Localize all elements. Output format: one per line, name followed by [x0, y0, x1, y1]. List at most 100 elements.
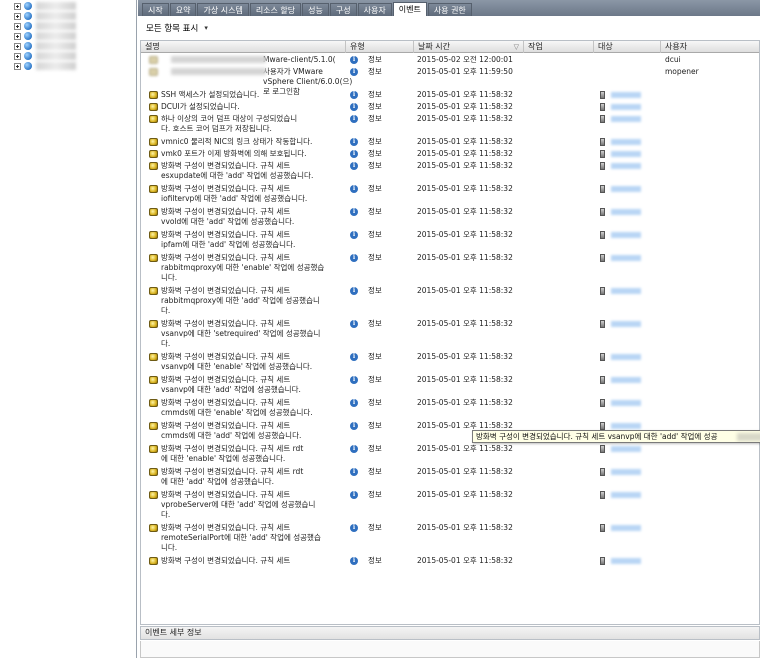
redacted-target[interactable]	[611, 139, 641, 145]
event-icon	[149, 524, 158, 532]
tree-node[interactable]	[14, 41, 76, 51]
tab-3[interactable]: 리소스 할당	[249, 3, 302, 16]
column-header-task[interactable]: 작업	[524, 41, 594, 53]
plus-box-icon[interactable]	[14, 12, 21, 20]
info-icon: i	[350, 353, 358, 361]
table-row[interactable]: 하나 이상의 코어 덤프 대상이 구성되었습니 다. 호스트 코어 덤프가 저장…	[141, 114, 759, 137]
redacted-target[interactable]	[611, 186, 641, 192]
info-icon: i	[350, 491, 358, 499]
redacted-target[interactable]	[611, 558, 641, 564]
redacted-target[interactable]	[611, 116, 641, 122]
redacted-target[interactable]	[611, 288, 641, 294]
event-type: 정보	[368, 253, 382, 262]
events-grid[interactable]: 설명 유형 날짜 시간 ▽ 작업 대상 사용자 Mware-client/5.1…	[140, 40, 760, 625]
tree-node[interactable]	[14, 31, 76, 41]
chevron-down-icon[interactable]: ▾	[204, 24, 208, 32]
event-description: 방화벽 구성이 변경되었습니다. 규칙 세트 rdt 에 대한 'enable'…	[161, 444, 304, 463]
redacted-target[interactable]	[611, 354, 641, 360]
column-header-description[interactable]: 설명	[141, 41, 346, 53]
tab-4[interactable]: 성능	[302, 3, 329, 16]
event-type: 정보	[368, 375, 382, 384]
table-row[interactable]: SSH 액세스가 설정되었습니다. i 정보 2015-05-01 오후 11:58:…	[141, 90, 759, 102]
tree-node[interactable]	[14, 51, 76, 61]
filter-dropdown-label[interactable]: 모든 항목 표시	[146, 22, 198, 34]
table-row[interactable]: 방화벽 구성이 변경되었습니다. 규칙 세트 vsanvp에 대한 'enabl…	[141, 352, 759, 375]
redacted-target[interactable]	[611, 400, 641, 406]
table-row[interactable]: 방화벽 구성이 변경되었습니다. 규칙 세트 cmmds에 대한 'enable…	[141, 398, 759, 421]
column-header-target[interactable]: 대상	[594, 41, 661, 53]
plus-box-icon[interactable]	[14, 2, 21, 10]
redacted-target[interactable]	[611, 255, 641, 261]
table-row[interactable]: 방화벽 구성이 변경되었습니다. 규칙 세트 rabbitmqproxy에 대한…	[141, 286, 759, 319]
redacted-target[interactable]	[611, 525, 641, 531]
redacted-target[interactable]	[611, 151, 641, 157]
table-row[interactable]: 방화벽 구성이 변경되었습니다. 규칙 세트 rdt 에 대한 'enable'…	[141, 444, 759, 467]
event-type: 정보	[368, 421, 382, 430]
event-user: mopener	[665, 67, 699, 76]
tab-0[interactable]: 시작	[142, 3, 169, 16]
host-icon	[600, 162, 605, 170]
table-row[interactable]: Mware-client/5.1.0(i 정보 2015-05-02 오전 12:0…	[141, 55, 759, 67]
table-row[interactable]: 방화벽 구성이 변경되었습니다. 규칙 세트 rdt 에 대한 'add' 작업…	[141, 467, 759, 490]
event-description: Mware-client/5.1.0(	[263, 55, 336, 64]
tab-7[interactable]: 이벤트	[392, 2, 427, 16]
plus-box-icon[interactable]	[14, 22, 21, 30]
redacted-target[interactable]	[611, 104, 641, 110]
plus-box-icon[interactable]	[14, 42, 21, 50]
tree-node[interactable]	[14, 1, 76, 11]
table-row[interactable]: 방화벽 구성이 변경되었습니다. 규칙 세트 i 정보 2015-05-01 오후 1…	[141, 556, 759, 568]
redacted-target[interactable]	[611, 423, 641, 429]
table-row[interactable]: 방화벽 구성이 변경되었습니다. 규칙 세트 vprobeServer에 대한 …	[141, 490, 759, 523]
tree-node[interactable]	[14, 21, 76, 31]
host-icon	[600, 399, 605, 407]
host-icon	[600, 208, 605, 216]
table-row[interactable]: vmk0 포트가 이제 방화벽에 의해 보호됩니다. i 정보 2015-05-01 …	[141, 149, 759, 161]
table-row[interactable]: 방화벽 구성이 변경되었습니다. 규칙 세트 vsanvp에 대한 'setre…	[141, 319, 759, 352]
table-row[interactable]: 방화벽 구성이 변경되었습니다. 규칙 세트 rabbitmqproxy에 대한…	[141, 253, 759, 286]
column-header-type[interactable]: 유형	[346, 41, 414, 53]
table-row[interactable]: DCUI가 설정되었습니다. i 정보 2015-05-01 오후 11:58:32	[141, 102, 759, 114]
globe-icon	[24, 12, 32, 20]
event-datetime: 2015-05-01 오후 11:58:32	[417, 161, 513, 170]
event-icon	[149, 208, 158, 216]
host-icon	[600, 91, 605, 99]
tab-5[interactable]: 구성	[329, 3, 357, 16]
redacted-target[interactable]	[611, 232, 641, 238]
table-row[interactable]: 방화벽 구성이 변경되었습니다. 규칙 세트 esxupdate에 대한 'ad…	[141, 161, 759, 184]
table-row[interactable]: 방화벽 구성이 변경되었습니다. 규칙 세트 ipfam에 대한 'add' 작…	[141, 230, 759, 253]
redacted-target[interactable]	[611, 209, 641, 215]
table-row[interactable]: 방화벽 구성이 변경되었습니다. 규칙 세트 vsanvp에 대한 'add' …	[141, 375, 759, 398]
redacted-target[interactable]	[611, 321, 641, 327]
tree-node[interactable]	[14, 11, 76, 21]
tab-6[interactable]: 사용자	[357, 3, 392, 16]
event-user: dcui	[665, 55, 681, 64]
tab-8[interactable]: 사용 권한	[427, 3, 472, 16]
table-row[interactable]: 방화벽 구성이 변경되었습니다. 규칙 세트 iofiltervp에 대한 'a…	[141, 184, 759, 207]
event-icon	[149, 115, 158, 123]
inventory-tree[interactable]	[0, 0, 137, 658]
plus-box-icon[interactable]	[14, 32, 21, 40]
redacted-target[interactable]	[611, 446, 641, 452]
event-details-panel[interactable]: 이벤트 세부 정보	[140, 626, 760, 640]
info-icon: i	[350, 150, 358, 158]
host-icon	[600, 353, 605, 361]
redacted-target[interactable]	[611, 492, 641, 498]
table-row[interactable]: 방화벽 구성이 변경되었습니다. 규칙 세트 remoteSerialPort에…	[141, 523, 759, 556]
table-row[interactable]: vmnic0 물리적 NIC의 링크 상태가 작동합니다. i 정보 2015-05-…	[141, 137, 759, 149]
column-header-datetime[interactable]: 날짜 시간 ▽	[414, 41, 524, 53]
tab-1[interactable]: 요약	[169, 3, 197, 16]
column-header-user[interactable]: 사용자	[661, 41, 759, 53]
redacted-target[interactable]	[611, 92, 641, 98]
event-datetime: 2015-05-01 오후 11:58:32	[417, 114, 513, 123]
redacted-target[interactable]	[611, 469, 641, 475]
redacted-target[interactable]	[611, 163, 641, 169]
plus-box-icon[interactable]	[14, 52, 21, 60]
host-icon	[600, 422, 605, 430]
tree-node[interactable]	[14, 61, 76, 71]
table-row[interactable]: 사용자가 VMware vSphere Client/6.0.0(으)로 로그인…	[141, 67, 759, 96]
redacted-target[interactable]	[611, 377, 641, 383]
tab-2[interactable]: 가상 시스템	[197, 3, 249, 16]
host-icon	[600, 524, 605, 532]
plus-box-icon[interactable]	[14, 62, 21, 70]
table-row[interactable]: 방화벽 구성이 변경되었습니다. 규칙 세트 vvold에 대한 'add' 작…	[141, 207, 759, 230]
